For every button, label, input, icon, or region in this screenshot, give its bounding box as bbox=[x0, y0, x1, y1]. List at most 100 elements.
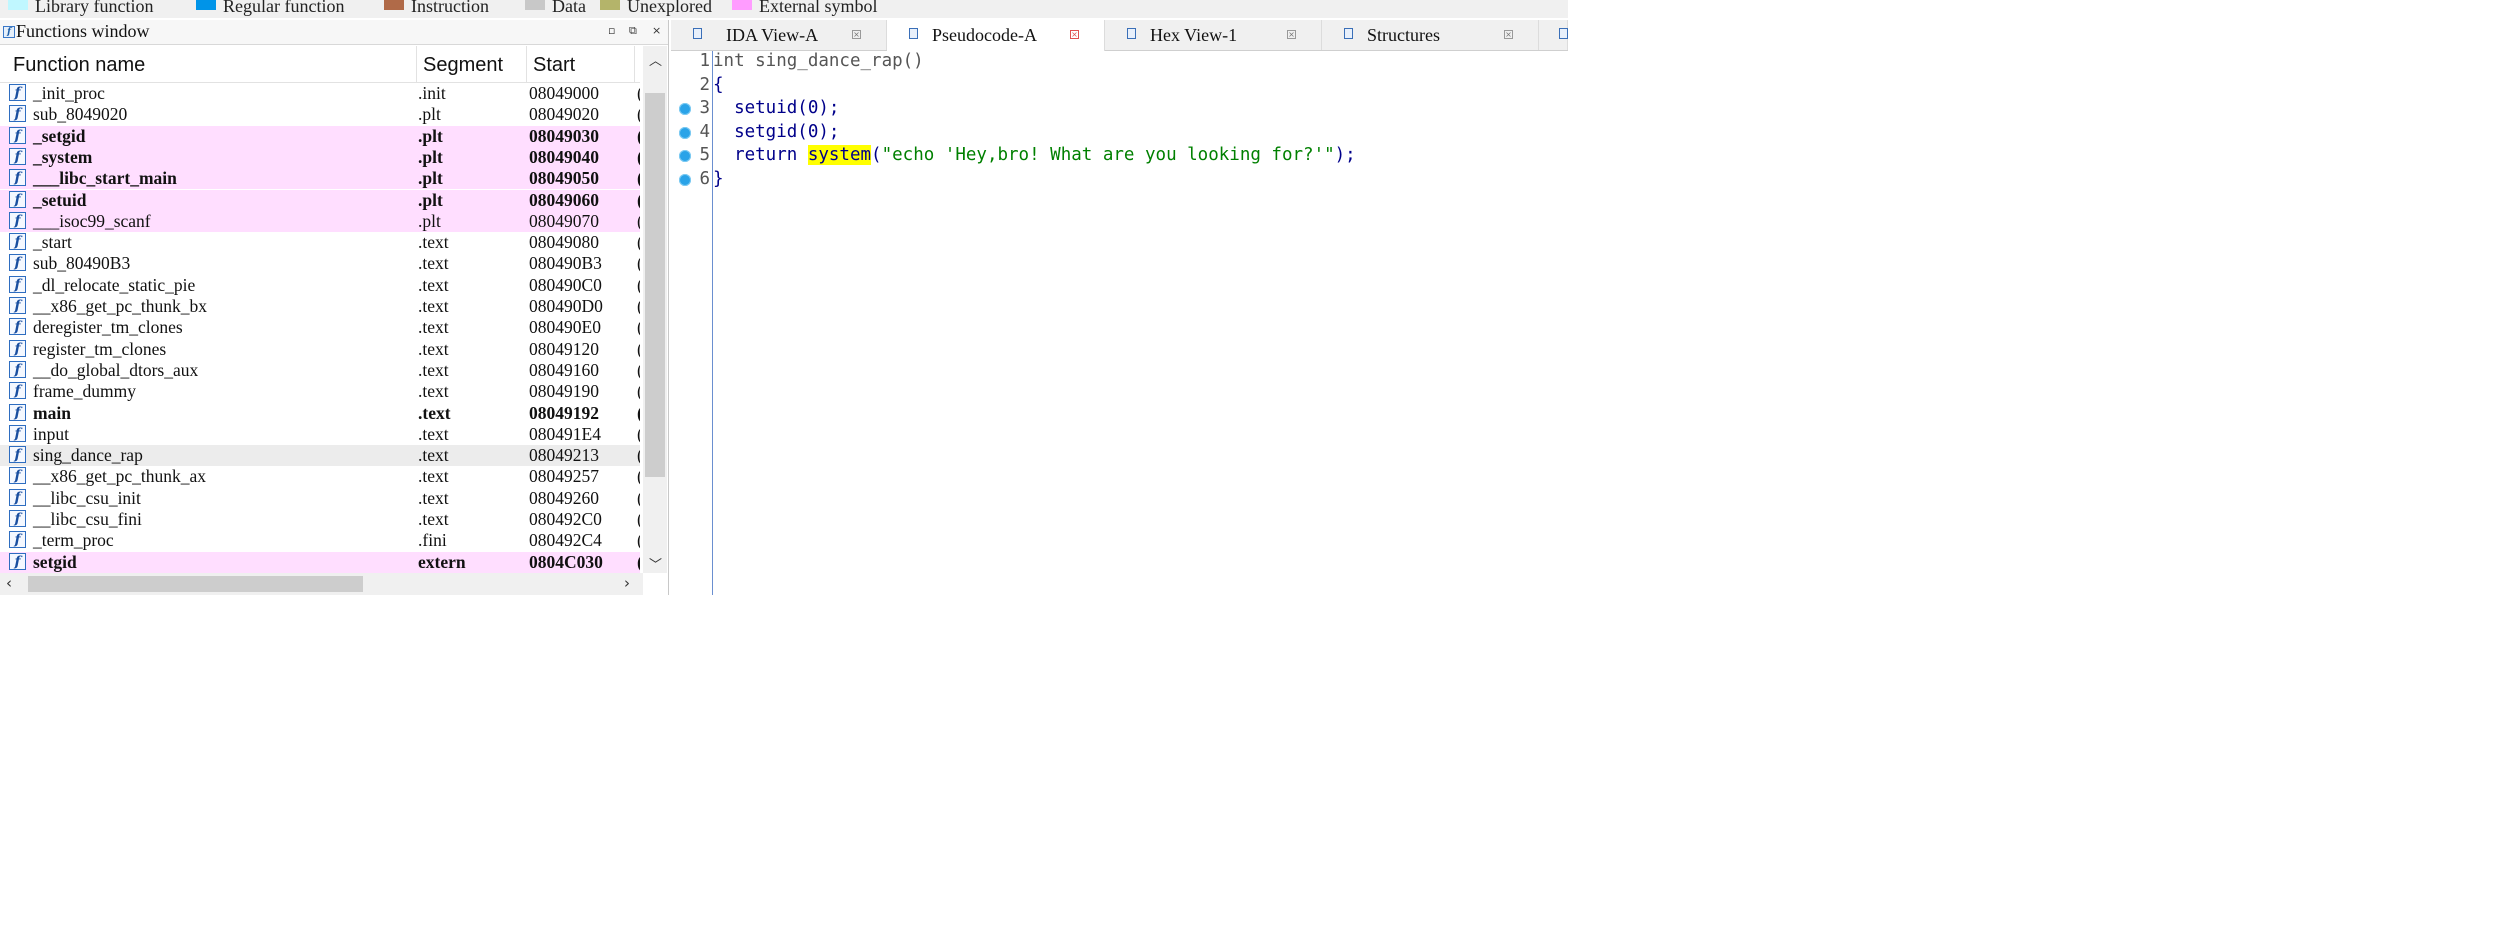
column-header-start[interactable]: Start bbox=[533, 54, 575, 77]
function-row[interactable]: f __do_global_dtors_aux .text 08049160 ( bbox=[0, 360, 640, 381]
tab-view-icon bbox=[1559, 28, 1568, 39]
code-text: return system("echo 'Hey,bro! What are y… bbox=[713, 145, 1356, 165]
function-row[interactable]: f _system .plt 08049040 ( bbox=[0, 146, 640, 169]
function-row[interactable]: f ___isoc99_scanf .plt 08049070 ( bbox=[0, 210, 640, 233]
pseudocode-view[interactable]: 1 int sing_dance_rap() 2{3 setuid(0); 4 set… bbox=[671, 51, 1568, 595]
tab-close-icon[interactable]: × bbox=[1070, 30, 1079, 39]
breakpoint-marker-icon[interactable] bbox=[679, 103, 691, 115]
legend-swatch bbox=[384, 0, 404, 10]
minimize-icon[interactable]: ▫ bbox=[608, 24, 615, 37]
tab-view-icon bbox=[693, 28, 702, 39]
tab-close-icon[interactable]: × bbox=[1287, 30, 1296, 39]
horizontal-scroll-thumb[interactable] bbox=[28, 576, 363, 592]
tab-close-icon[interactable]: × bbox=[852, 30, 861, 39]
function-row[interactable]: f ___libc_start_main .plt 08049050 ( bbox=[0, 168, 640, 190]
function-length-clipped: ( bbox=[637, 552, 640, 573]
function-length-clipped: ( bbox=[637, 466, 640, 487]
column-header-segment[interactable]: Segment bbox=[423, 54, 503, 77]
function-row[interactable]: f sing_dance_rap .text 08049213 ( bbox=[0, 445, 640, 467]
function-segment: .text bbox=[418, 274, 449, 295]
code-line[interactable]: 1 int sing_dance_rap() bbox=[671, 51, 1568, 75]
line-number: 2 bbox=[699, 74, 710, 95]
code-line[interactable]: 2{ bbox=[671, 75, 1568, 99]
function-row[interactable]: f _dl_relocate_static_pie .text 080490C0 ( bbox=[0, 275, 640, 296]
tab-hex-view-1[interactable]: Hex View-1 × bbox=[1105, 20, 1322, 50]
tab-close-icon[interactable]: × bbox=[1504, 30, 1513, 39]
function-icon: f bbox=[9, 105, 26, 123]
function-row[interactable]: f __libc_csu_fini .text 080492C0 ( bbox=[0, 509, 640, 530]
function-name: _system bbox=[33, 146, 93, 167]
function-row[interactable]: f _term_proc .fini 080492C4 ( bbox=[0, 530, 640, 551]
scroll-left-icon[interactable]: ‹ bbox=[6, 574, 12, 592]
highlighted-identifier[interactable]: system bbox=[807, 145, 872, 165]
function-row[interactable]: f _init_proc .init 08049000 ( bbox=[0, 83, 640, 104]
breakpoint-marker-icon[interactable] bbox=[679, 150, 691, 162]
function-start-address: 08049190 bbox=[529, 381, 599, 402]
function-segment: .text bbox=[418, 296, 449, 316]
function-row[interactable]: f frame_dummy .text 08049190 ( bbox=[0, 381, 640, 402]
column-divider[interactable] bbox=[416, 46, 417, 82]
tab-label: IDA View-A bbox=[726, 25, 819, 45]
legend-item: Instruction bbox=[384, 0, 489, 17]
code-token: int sing_dance_rap() bbox=[713, 51, 924, 71]
legend-label: Unexplored bbox=[627, 0, 712, 16]
function-row[interactable]: f sub_80490B3 .text 080490B3 ( bbox=[0, 253, 640, 274]
breakpoint-marker-icon[interactable] bbox=[679, 126, 691, 139]
function-row[interactable]: fsetgid extern 0804C030 ( bbox=[0, 551, 640, 573]
function-icon: f bbox=[9, 360, 26, 378]
column-divider[interactable] bbox=[526, 46, 527, 82]
function-start-address: 080491E4 bbox=[529, 423, 601, 444]
function-icon: f bbox=[9, 84, 26, 101]
function-icon: f bbox=[9, 488, 26, 506]
function-row[interactable]: f sub_8049020 .plt 08049020 ( bbox=[0, 104, 640, 125]
scroll-right-icon[interactable]: › bbox=[624, 574, 630, 592]
function-icon: f bbox=[9, 339, 26, 357]
function-row[interactable]: f deregister_tm_clones .text 080490E0 ( bbox=[0, 317, 640, 338]
breakpoint-marker-icon[interactable] bbox=[679, 173, 691, 186]
function-length-clipped: ( bbox=[637, 232, 640, 253]
line-number: 1 bbox=[699, 51, 710, 71]
function-row[interactable]: finput .text 080491E4 ( bbox=[0, 424, 640, 445]
column-divider[interactable] bbox=[634, 46, 635, 82]
function-row[interactable]: f __x86_get_pc_thunk_bx .text 080490D0 ( bbox=[0, 296, 640, 317]
code-token: setgid(0); bbox=[713, 121, 840, 142]
function-segment: .plt bbox=[418, 146, 443, 167]
function-name: input bbox=[33, 423, 69, 444]
tab-pseudocode-a[interactable]: Pseudocode-A × bbox=[887, 20, 1105, 51]
function-start-address: 08049070 bbox=[529, 210, 599, 231]
code-token: ( bbox=[871, 145, 882, 165]
function-row[interactable]: f _start .text 08049080 ( bbox=[0, 232, 640, 253]
functions-table-body: f _init_proc .init 08049000 (f sub_8049020 .pl… bbox=[0, 83, 640, 573]
function-row[interactable]: f _setgid .plt 08049030 ( bbox=[0, 125, 640, 147]
function-segment: .init bbox=[418, 83, 446, 103]
horizontal-scrollbar[interactable]: ‹ › bbox=[0, 573, 643, 595]
function-row[interactable]: f __x86_get_pc_thunk_ax .text 08049257 ( bbox=[0, 466, 640, 487]
code-line[interactable]: 6} bbox=[671, 169, 1568, 193]
scroll-up-icon[interactable]: ︿ bbox=[649, 50, 662, 69]
function-name: _setgid bbox=[33, 125, 86, 146]
column-header-function-name[interactable]: Function name bbox=[13, 54, 145, 77]
function-start-address: 08049257 bbox=[529, 466, 599, 487]
tab-ida-view-a[interactable]: IDA View-A × bbox=[671, 20, 887, 50]
function-row[interactable]: f register_tm_clones .text 08049120 ( bbox=[0, 339, 640, 360]
float-window-icon[interactable]: ⧉ bbox=[629, 24, 637, 38]
function-segment: extern bbox=[418, 551, 466, 572]
function-length-clipped: ( bbox=[637, 381, 640, 402]
code-line[interactable]: 4 setgid(0); bbox=[671, 122, 1568, 146]
function-row[interactable]: f _setuid .plt 08049060 ( bbox=[0, 189, 640, 211]
function-icon: f bbox=[9, 531, 26, 549]
vertical-scrollbar[interactable]: ︿ ﹀ bbox=[643, 46, 667, 573]
close-icon[interactable]: × bbox=[652, 24, 661, 37]
legend-item: Library function bbox=[8, 0, 153, 17]
code-text: int sing_dance_rap() bbox=[713, 51, 924, 71]
function-row[interactable]: f __libc_csu_init .text 08049260 ( bbox=[0, 488, 640, 509]
code-line[interactable]: 5 return system("echo 'Hey,bro! What are… bbox=[671, 145, 1568, 169]
vertical-scroll-thumb[interactable] bbox=[645, 93, 665, 477]
scroll-down-icon[interactable]: ﹀ bbox=[649, 554, 662, 573]
function-segment: .text bbox=[418, 509, 449, 529]
function-segment: .plt bbox=[418, 104, 441, 125]
code-line[interactable]: 3 setuid(0); bbox=[671, 98, 1568, 122]
tab-overflow[interactable] bbox=[1539, 20, 1568, 50]
tab-structures[interactable]: Structures × bbox=[1322, 20, 1539, 50]
function-row[interactable]: fmain .text 08049192 ( bbox=[0, 403, 640, 424]
